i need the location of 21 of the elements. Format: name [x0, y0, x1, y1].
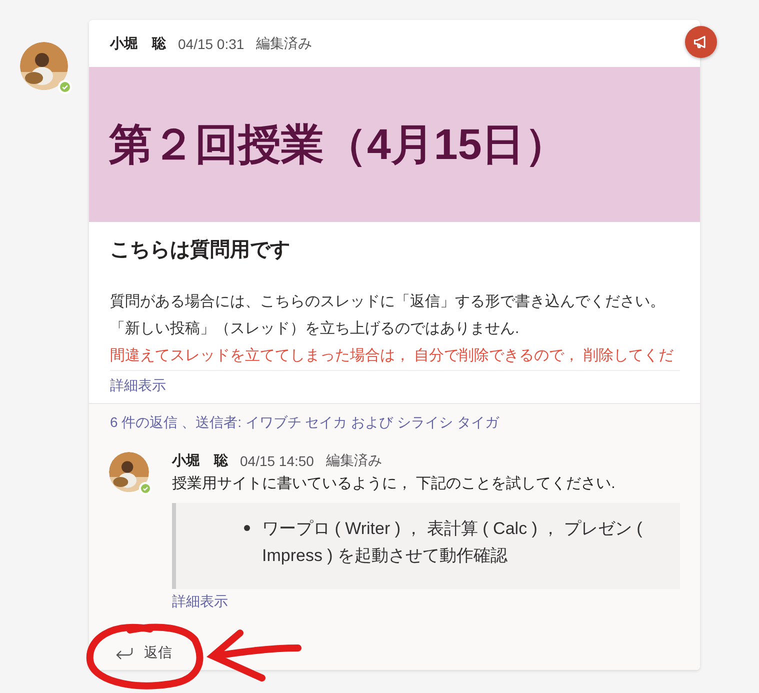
- body-text: 間違えてスレッドを立ててしまった場合は， 自分で削除できるので， 削除してくだ: [110, 346, 674, 366]
- avatar: [109, 452, 149, 492]
- reply-text: 授業用サイトに書いているように， 下記のことを試してください.: [172, 474, 616, 493]
- timestamp: 04/15 14:50: [240, 453, 314, 469]
- see-more-link[interactable]: 詳細表示: [172, 593, 228, 611]
- avatar: [20, 42, 68, 90]
- author-name: 小堀 聡: [172, 452, 228, 470]
- edited-label: 編集済み: [256, 34, 312, 52]
- banner-title: 第２回授業（4月15日）: [109, 120, 568, 170]
- post-subject: こちらは質問用です: [110, 238, 291, 263]
- timestamp: 04/15 0:31: [178, 36, 244, 52]
- reply-arrow-icon: [114, 646, 134, 660]
- list-item-text: ワープロ ( Writer ) ， 表計算 ( Calc ) ， プレゼン ( Impress ) を起動させて動作確認: [262, 518, 644, 567]
- body-text: 質問がある場合には、こちらのスレッドに「返信」する形で書き込んでください。: [110, 292, 666, 312]
- replies-summary-link[interactable]: 6 件の返信 、送信者: イワブチ セイカ および シライシ タイガ: [110, 414, 499, 432]
- body-text: 「新しい投稿」（スレッド）を立ち上げるのではありません.: [110, 319, 520, 339]
- reply-button[interactable]: 返信: [110, 642, 176, 664]
- author-name: 小堀 聡: [110, 34, 166, 52]
- bullet-icon: [244, 525, 250, 531]
- see-more-link[interactable]: 詳細表示: [110, 377, 166, 395]
- edited-label: 編集済み: [326, 452, 382, 470]
